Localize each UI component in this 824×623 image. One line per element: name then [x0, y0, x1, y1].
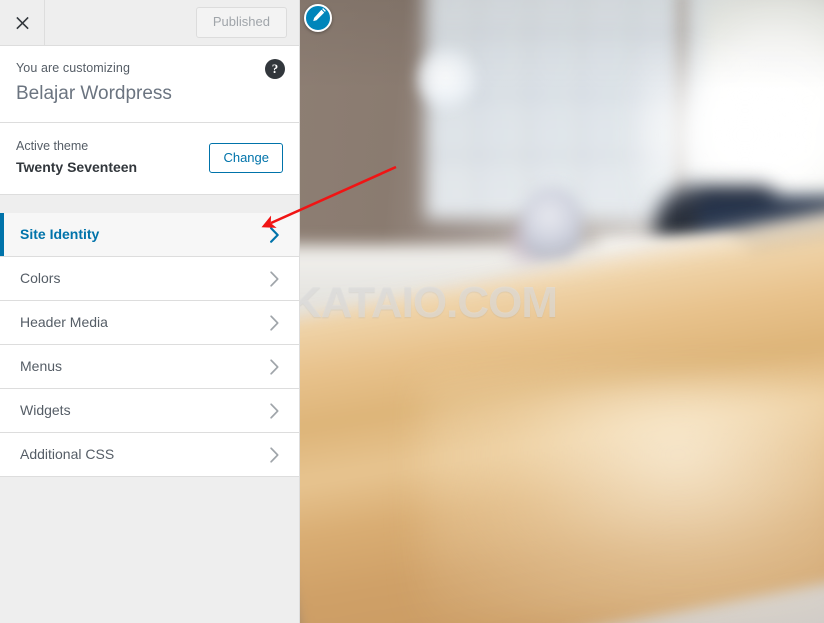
- chevron-right-icon: [265, 315, 283, 331]
- panel-item-label: Header Media: [20, 313, 108, 330]
- active-theme-name: Twenty Seventeen: [16, 159, 138, 176]
- change-theme-button[interactable]: Change: [209, 142, 283, 173]
- chevron-right-icon: [265, 359, 283, 375]
- site-title: Belajar Wordpress: [16, 82, 172, 104]
- panel-item-header-media[interactable]: Header Media: [0, 301, 299, 346]
- active-theme-label: Active theme: [16, 139, 89, 154]
- publish-button[interactable]: Published: [195, 7, 287, 38]
- scene-table-sheen: [420, 380, 824, 623]
- panel-list-gap: [0, 195, 299, 214]
- chevron-right-icon: [265, 403, 283, 419]
- active-theme-section: Active theme Twenty Seventeen Change: [0, 123, 299, 196]
- active-theme-text: Active theme Twenty Seventeen: [16, 137, 209, 178]
- panel-item-label: Colors: [20, 269, 61, 286]
- panel-item-site-identity[interactable]: Site Identity: [0, 213, 299, 258]
- panel-item-additional-css[interactable]: Additional CSS: [0, 433, 299, 478]
- pencil-edit-icon: [311, 8, 326, 28]
- help-question-icon[interactable]: ?: [265, 59, 285, 79]
- customizer-info-header: You are customizing Belajar Wordpress ?: [0, 46, 299, 124]
- customizer-panel-list: Site Identity Colors Header Media Menus Widg…: [0, 213, 299, 623]
- close-customizer-button[interactable]: [0, 0, 45, 45]
- scene-kettle: [522, 188, 582, 262]
- panel-item-label: Site Identity: [20, 225, 100, 242]
- chevron-right-icon: [265, 271, 283, 287]
- panel-item-colors[interactable]: Colors: [0, 257, 299, 302]
- panel-item-label: Menus: [20, 357, 63, 374]
- customizer-topbar: Published: [0, 0, 299, 46]
- panel-item-widgets[interactable]: Widgets: [0, 389, 299, 434]
- customizer-screen: Published You are customizing Belajar Wo…: [0, 0, 824, 623]
- site-preview-pane[interactable]: KATAIO.COM: [300, 0, 824, 623]
- close-x-icon: [15, 15, 30, 30]
- chevron-right-icon: [265, 447, 283, 463]
- customizing-eyebrow: You are customizing: [16, 61, 131, 75]
- publish-button-wrap: Published: [195, 0, 299, 45]
- scene-vignette: [300, 0, 824, 90]
- image-watermark: KATAIO.COM: [300, 278, 558, 327]
- customizer-sidebar: Published You are customizing Belajar Wo…: [0, 0, 300, 623]
- edit-shortcut-button[interactable]: [304, 4, 332, 32]
- panel-item-menus[interactable]: Menus: [0, 345, 299, 390]
- chevron-right-icon: [265, 226, 283, 243]
- panel-item-label: Additional CSS: [20, 445, 115, 462]
- panel-item-label: Widgets: [20, 401, 71, 418]
